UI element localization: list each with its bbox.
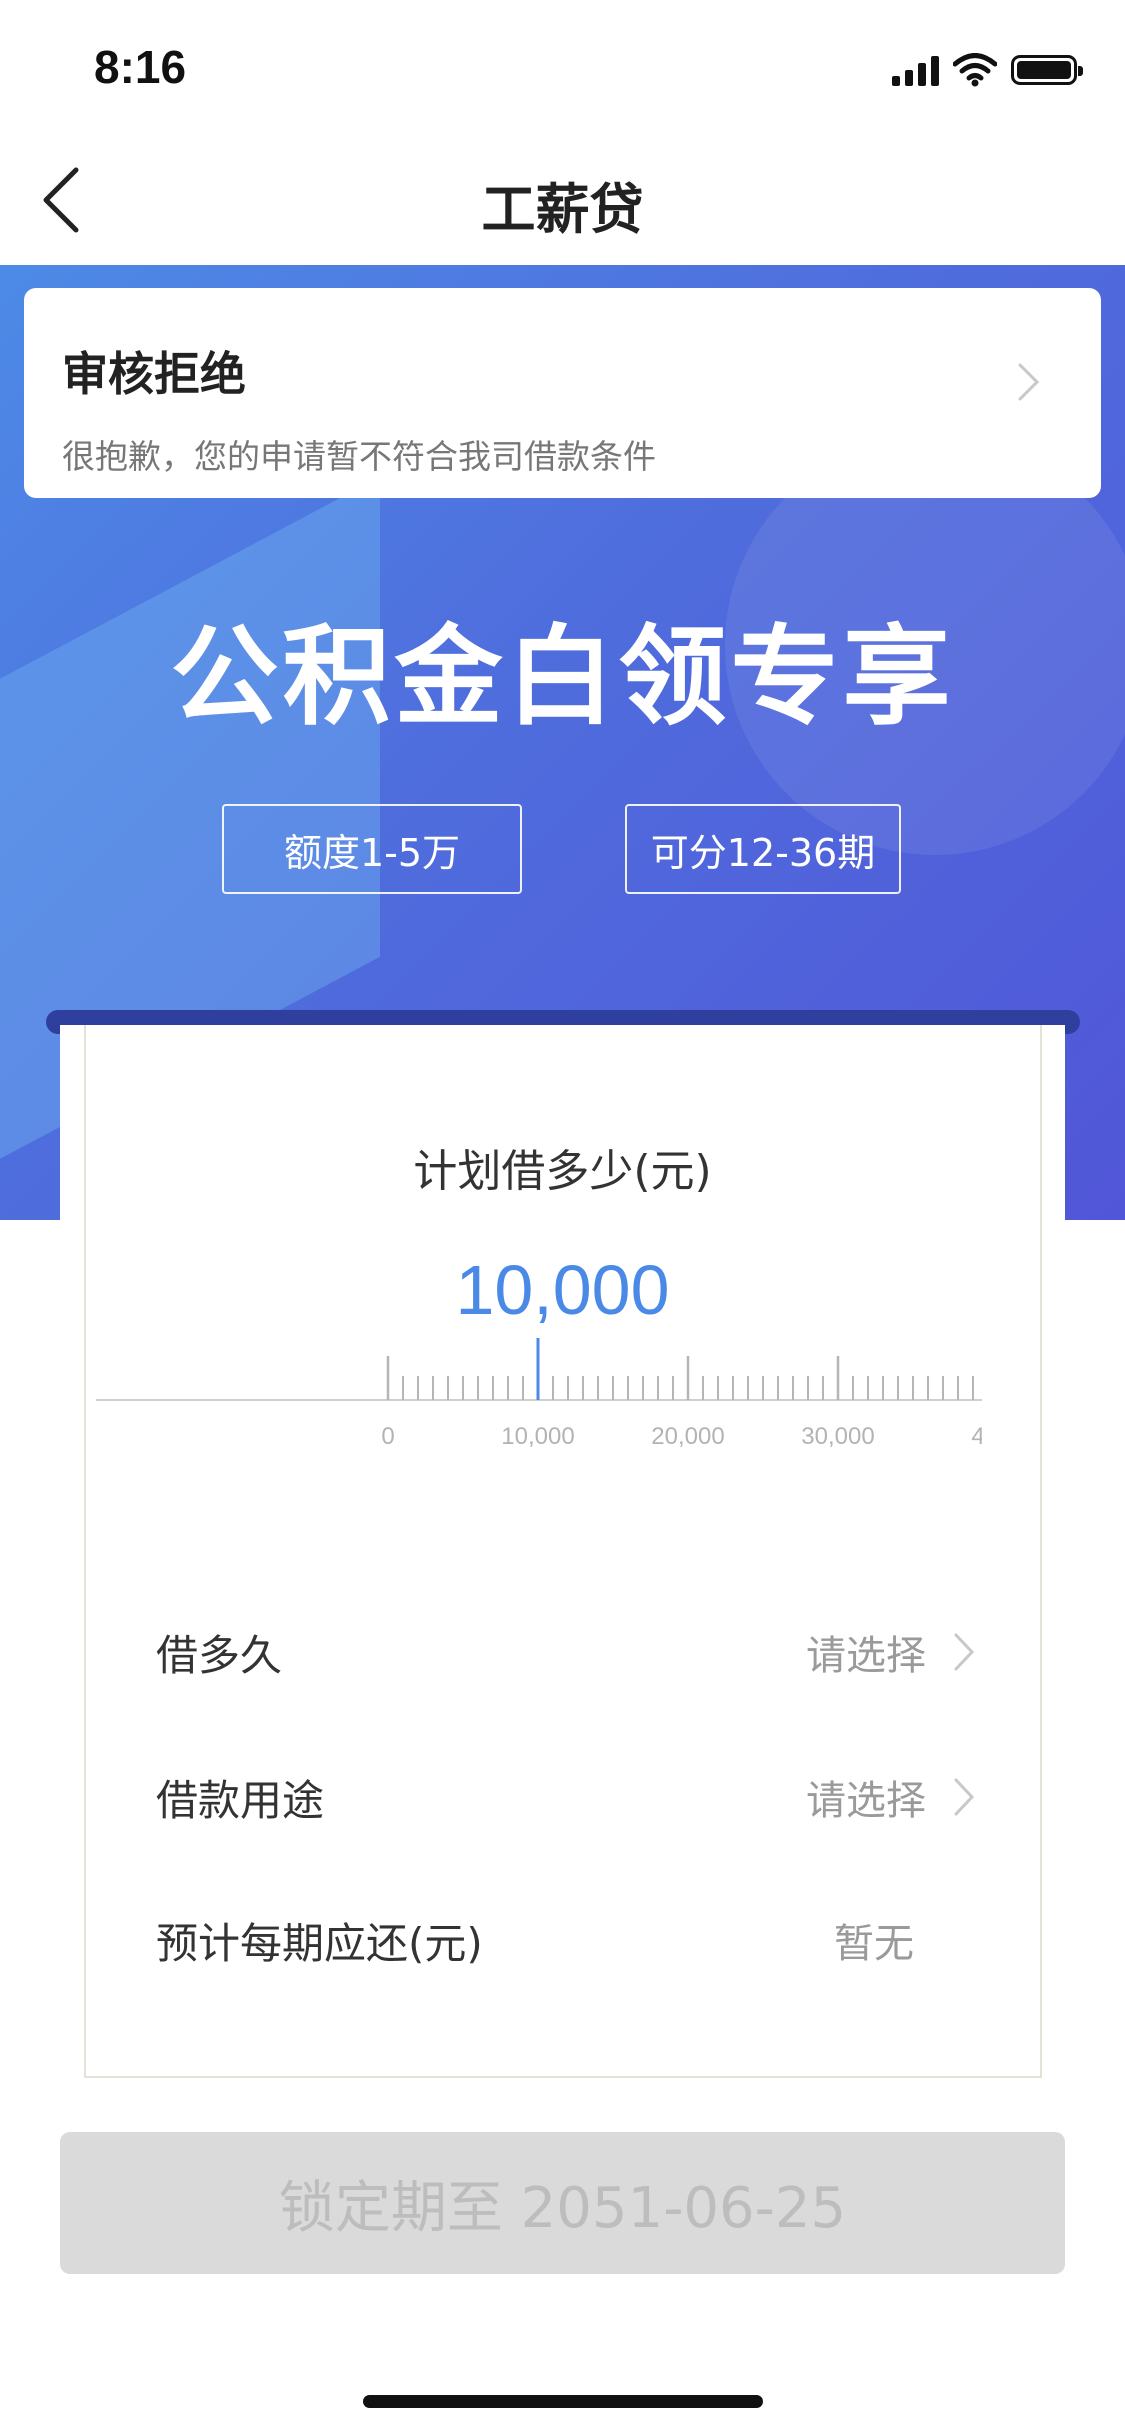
chevron-right-icon [954,1633,975,1671]
installment-period-tag: 可分12-36期 [625,804,901,894]
loan-purpose-row[interactable]: 借款用途 请选择 [156,1757,976,1837]
ruler-tick-label: 40, [971,1423,982,1450]
chevron-right-icon [954,1778,975,1816]
repayment-estimate-row: 预计每期应还(元) 暂无 [156,1900,976,1980]
ruler-tick-label: 20,000 [651,1423,724,1450]
ruler-tick-label: 10,000 [501,1423,574,1450]
loan-duration-label: 借多久 [156,1630,283,1680]
battery-icon [1011,55,1083,85]
home-indicator[interactable] [363,2395,763,2408]
cellular-signal-icon [892,54,939,86]
borrow-amount-value: 10,000 [455,1251,670,1329]
loan-purpose-value: 请选择 [806,1778,926,1824]
review-status-card[interactable]: 审核拒绝 很抱歉，您的申请暂不符合我司借款条件 [24,288,1101,498]
amount-ruler-slider[interactable]: 0 10,000 20,000 30,000 40, [96,1330,982,1460]
repayment-estimate-value: 暂无 [834,1921,914,1967]
credit-limit-tag: 额度1-5万 [222,804,522,894]
chevron-right-icon [1018,363,1040,401]
wifi-icon [953,53,997,87]
review-status-description: 很抱歉，您的申请暂不符合我司借款条件 [62,437,656,476]
repayment-estimate-label: 预计每期应还(元) [156,1918,483,1968]
loan-duration-row[interactable]: 借多久 请选择 [156,1612,976,1692]
status-icons [892,50,1083,90]
hero-headline: 公积金白领专享 [170,614,955,740]
ruler-tick-label: 30,000 [801,1423,874,1450]
review-status-title: 审核拒绝 [62,347,246,401]
ruler-tick-label: 0 [381,1423,394,1450]
status-time: 8:16 [94,41,187,93]
loan-duration-value: 请选择 [806,1633,926,1679]
nav-bar: 工薪贷 [0,135,1125,265]
lock-period-button[interactable]: 锁定期至 2051-06-25 [60,2132,1065,2274]
page-title: 工薪贷 [481,178,644,241]
loan-purpose-label: 借款用途 [156,1775,325,1825]
borrow-amount-question: 计划借多少(元) [413,1146,712,1197]
status-bar: 8:16 [0,0,1125,135]
